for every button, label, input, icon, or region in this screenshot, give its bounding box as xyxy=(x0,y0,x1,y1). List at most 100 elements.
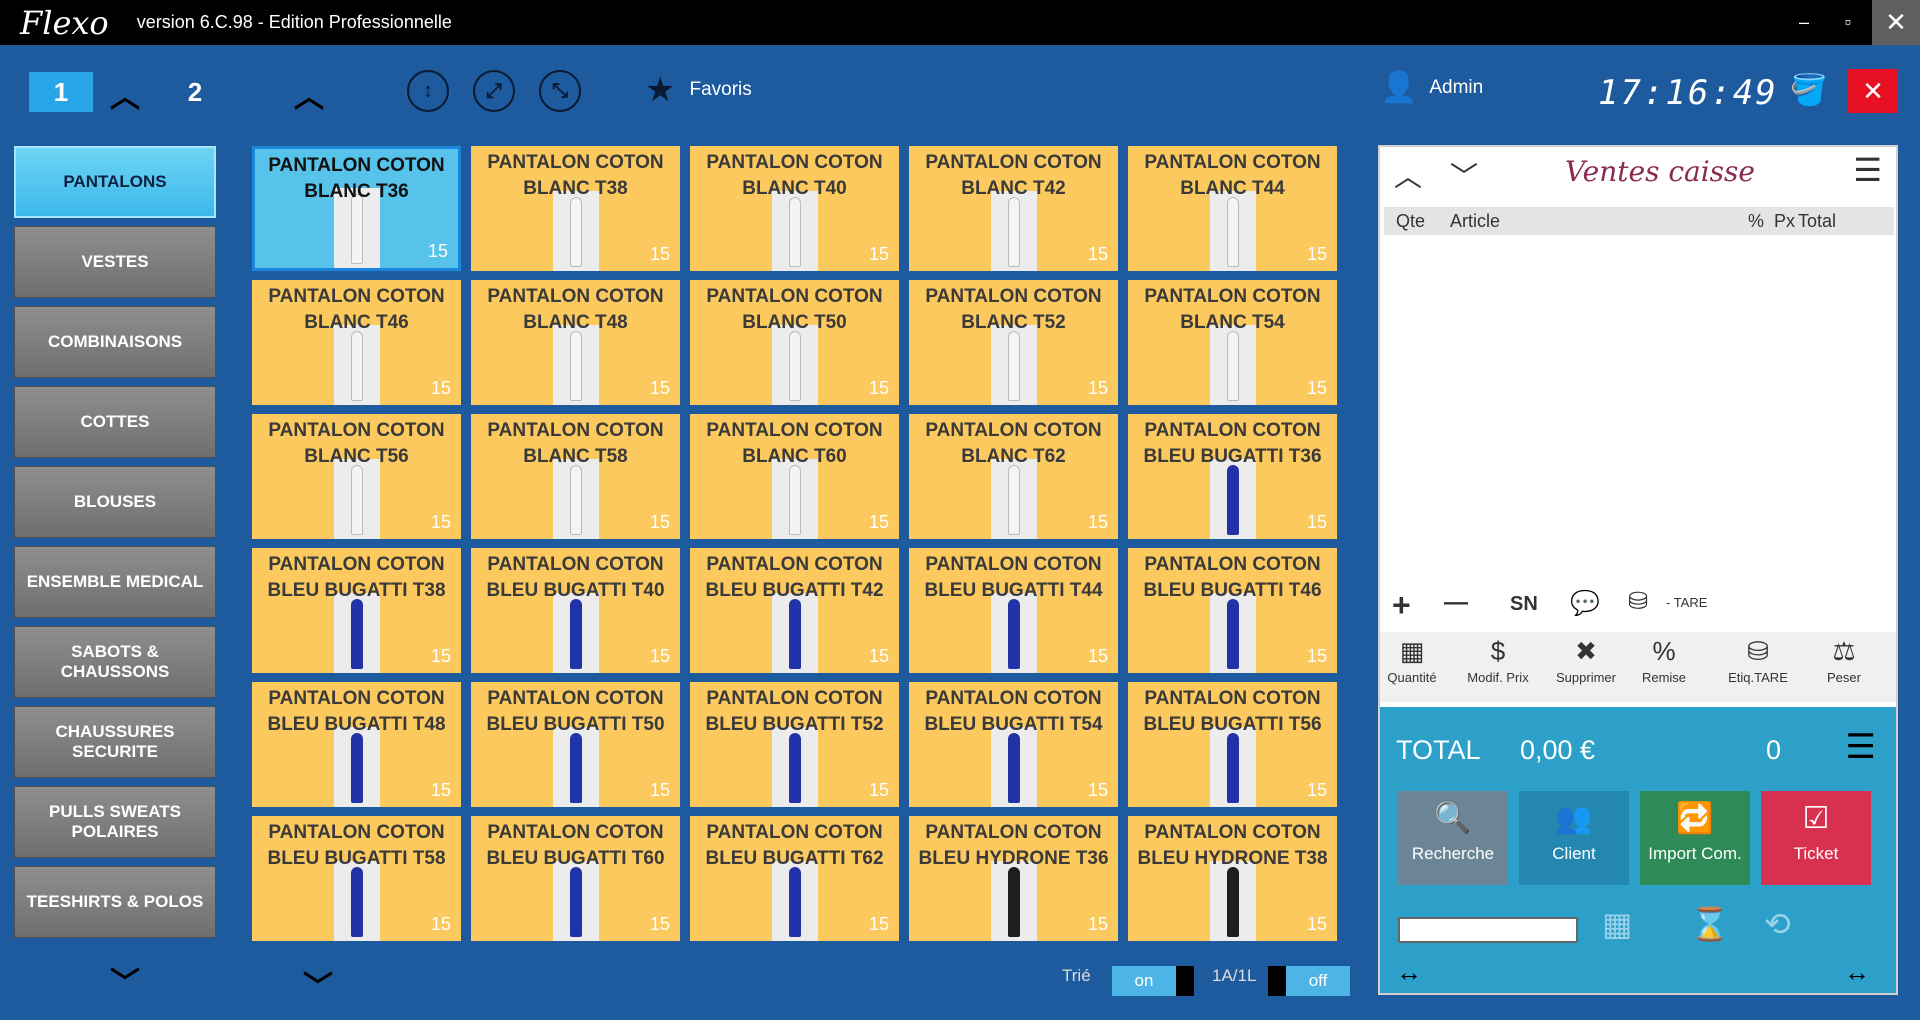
garment-figure xyxy=(350,331,363,401)
tare-weight-icon[interactable]: ⛁ xyxy=(1628,587,1648,616)
product-tile[interactable]: PANTALON COTON BLANC T56 15 xyxy=(252,414,461,539)
favorites-button[interactable]: ★ Favoris xyxy=(645,70,752,110)
product-tile[interactable]: PANTALON COTON BLEU BUGATTI T44 15 xyxy=(909,548,1118,673)
product-stock: 15 xyxy=(1306,914,1327,934)
product-image xyxy=(990,727,1037,807)
refresh-icon[interactable]: ⟲ xyxy=(1764,905,1791,943)
modify-price-button[interactable]: $ Modif. Prix xyxy=(1458,636,1538,685)
product-tile[interactable]: PANTALON COTON BLEU BUGATTI T60 15 xyxy=(471,816,680,941)
chevron-up-icon[interactable]: ︿ xyxy=(294,72,324,116)
category-button[interactable]: PULLS SWEATS POLAIRES xyxy=(14,786,216,858)
client-button[interactable]: 👥 Client xyxy=(1519,791,1629,885)
product-tile[interactable]: PANTALON COTON BLEU BUGATTI T54 15 xyxy=(909,682,1118,807)
repeat-icon: 🔁 xyxy=(1676,802,1714,835)
search-button[interactable]: 🔍 Recherche xyxy=(1398,791,1508,885)
product-tile[interactable]: PANTALON COTON BLEU BUGATTI T38 15 xyxy=(252,548,461,673)
chevron-up-icon[interactable]: ︿ xyxy=(110,72,140,116)
category-button[interactable]: TEESHIRTS & POLOS xyxy=(14,866,216,938)
menu-icon[interactable]: ☰ xyxy=(1853,151,1882,189)
collapse-icon[interactable]: ⤡ xyxy=(539,70,581,112)
weigh-button[interactable]: ⚖ Peser xyxy=(1804,636,1884,685)
import-button[interactable]: 🔁 Import Com. xyxy=(1640,791,1750,885)
categories-scroll-down-icon[interactable]: ﹀ xyxy=(110,958,140,1002)
product-name: PANTALON COTON BLEU BUGATTI T56 xyxy=(1143,688,1322,735)
sort-toggle[interactable]: on xyxy=(1112,966,1194,996)
barcode-input[interactable] xyxy=(1398,917,1578,943)
col-percent: % xyxy=(1748,210,1765,231)
product-image xyxy=(333,459,380,539)
product-tile[interactable]: PANTALON COTON BLEU BUGATTI T40 15 xyxy=(471,548,680,673)
layout-toggle[interactable]: off xyxy=(1268,966,1350,996)
product-tile[interactable]: PANTALON COTON BLEU BUGATTI T62 15 xyxy=(690,816,899,941)
product-tile[interactable]: PANTALON COTON BLEU BUGATTI T56 15 xyxy=(1128,682,1337,807)
page-1-button[interactable]: 1 xyxy=(29,72,93,112)
resize-left-icon[interactable]: ↔ xyxy=(1396,957,1422,988)
calculator-icon: ▦ xyxy=(1399,636,1425,666)
product-tile[interactable]: PANTALON COTON BLANC T50 15 xyxy=(690,280,899,405)
ticket-button[interactable]: ☑ Ticket xyxy=(1761,791,1871,885)
plus-button[interactable]: + xyxy=(1392,587,1411,624)
product-tile[interactable]: PANTALON COTON BLEU HYDRONE T38 15 xyxy=(1128,816,1337,941)
quantity-button[interactable]: ▦ Quantité xyxy=(1372,636,1452,685)
product-tile[interactable]: PANTALON COTON BLEU BUGATTI T48 15 xyxy=(252,682,461,807)
category-button[interactable]: BLOUSES xyxy=(14,466,216,538)
product-tile[interactable]: PANTALON COTON BLANC T42 15 xyxy=(909,146,1118,271)
minus-button[interactable]: — xyxy=(1444,589,1468,617)
maximize-button[interactable]: ▫ xyxy=(1826,0,1870,45)
product-name: PANTALON COTON BLEU BUGATTI T58 xyxy=(267,822,446,869)
product-tile[interactable]: PANTALON COTON BLEU BUGATTI T58 15 xyxy=(252,816,461,941)
product-tile[interactable]: PANTALON COTON BLANC T36 15 xyxy=(252,146,461,271)
product-tile[interactable]: PANTALON COTON BLANC T58 15 xyxy=(471,414,680,539)
comment-icon[interactable]: 💬 xyxy=(1570,589,1600,618)
total-area: TOTAL 0,00 € 0 ☰ 🔍 Recherche 👥 Client 🔁 Imp… xyxy=(1380,707,1896,993)
user-button[interactable]: 👤 Admin xyxy=(1380,70,1483,105)
minimize-button[interactable]: – xyxy=(1782,0,1826,45)
category-button[interactable]: COMBINAISONS xyxy=(14,306,216,378)
product-image xyxy=(771,727,818,807)
expand-icon[interactable]: ⤢ xyxy=(473,70,515,112)
page-2-button[interactable]: 2 xyxy=(163,72,227,112)
product-tile[interactable]: PANTALON COTON BLANC T44 15 xyxy=(1128,146,1337,271)
close-window-button[interactable]: ✕ xyxy=(1872,0,1920,45)
product-tile[interactable]: PANTALON COTON BLANC T46 15 xyxy=(252,280,461,405)
product-grid: PANTALON COTON BLANC T36 15 PANTALON COTON… xyxy=(252,146,1337,941)
resize-right-icon[interactable]: ↔ xyxy=(1844,957,1870,988)
sn-button[interactable]: SN xyxy=(1510,593,1538,616)
category-button[interactable]: COTTES xyxy=(14,386,216,458)
expand-vertical-icon[interactable]: ↕ xyxy=(407,70,449,112)
delete-button[interactable]: ✖ Supprimer xyxy=(1546,636,1626,685)
layout-toggle-value: off xyxy=(1286,966,1350,996)
product-tile[interactable]: PANTALON COTON BLANC T52 15 xyxy=(909,280,1118,405)
garment-figure xyxy=(350,867,363,937)
product-tile[interactable]: PANTALON COTON BLANC T38 15 xyxy=(471,146,680,271)
category-button[interactable]: ENSEMBLE MEDICAL xyxy=(14,546,216,618)
total-menu-icon[interactable]: ☰ xyxy=(1846,727,1876,767)
product-tile[interactable]: PANTALON COTON BLEU BUGATTI T36 15 xyxy=(1128,414,1337,539)
products-scroll-down-icon[interactable]: ﹀ xyxy=(303,962,333,1006)
hourglass-icon[interactable]: ⌛ xyxy=(1690,905,1730,943)
product-tile[interactable]: PANTALON COTON BLEU BUGATTI T50 15 xyxy=(471,682,680,807)
category-button[interactable]: VESTES xyxy=(14,226,216,298)
category-button[interactable]: PANTALONS xyxy=(14,146,216,218)
paint-bucket-icon[interactable]: 🪣 xyxy=(1790,73,1827,108)
arrow-up-icon[interactable]: ︿ xyxy=(1394,155,1422,195)
product-tile[interactable]: PANTALON COTON BLANC T48 15 xyxy=(471,280,680,405)
product-tile[interactable]: PANTALON COTON BLANC T62 15 xyxy=(909,414,1118,539)
discount-button[interactable]: % Remise xyxy=(1624,636,1704,685)
product-tile[interactable]: PANTALON COTON BLANC T40 15 xyxy=(690,146,899,271)
product-tile[interactable]: PANTALON COTON BLEU BUGATTI T46 15 xyxy=(1128,548,1337,673)
product-tile[interactable]: PANTALON COTON BLANC T60 15 xyxy=(690,414,899,539)
toggle-knob xyxy=(1176,966,1194,996)
category-button[interactable]: SABOTS & CHAUSSONS xyxy=(14,626,216,698)
product-tile[interactable]: PANTALON COTON BLEU BUGATTI T42 15 xyxy=(690,548,899,673)
product-tile[interactable]: PANTALON COTON BLANC T54 15 xyxy=(1128,280,1337,405)
product-tile[interactable]: PANTALON COTON BLEU HYDRONE T36 15 xyxy=(909,816,1118,941)
tare-label-button[interactable]: ⛁ Etiq.TARE xyxy=(1718,636,1798,685)
garment-figure xyxy=(788,331,801,401)
garment-figure xyxy=(350,733,363,803)
exit-button[interactable]: ✕ xyxy=(1848,69,1898,113)
arrow-down-icon[interactable]: ﹀ xyxy=(1450,155,1478,195)
keypad-icon[interactable]: ▦ xyxy=(1602,905,1632,943)
category-button[interactable]: CHAUSSURES SECURITE xyxy=(14,706,216,778)
product-tile[interactable]: PANTALON COTON BLEU BUGATTI T52 15 xyxy=(690,682,899,807)
